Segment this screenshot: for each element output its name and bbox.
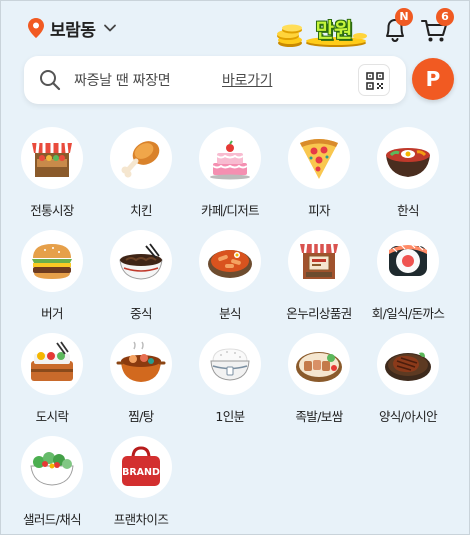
salad-bowl-icon (30, 452, 74, 486)
category-label: 족발/보쌈 (295, 409, 343, 424)
category-label: 전통시장 (30, 203, 74, 218)
category-label: 도시락 (35, 409, 69, 424)
point-button[interactable]: P (412, 58, 454, 100)
top-bar: 보람동 만원 N 6 (0, 0, 470, 56)
category-pizza[interactable]: 피자 (275, 124, 364, 219)
pizza-slice-icon (300, 139, 338, 179)
search-icon (40, 70, 61, 91)
category-label: 1인분 (215, 409, 245, 424)
category-sashimi-japanese[interactable]: 회/일식/돈까스 (364, 227, 453, 322)
search-bar[interactable]: 짜증날 땐 짜장면 바로가기 (24, 56, 406, 104)
category-traditional-market[interactable]: 전통시장 (8, 124, 97, 219)
category-snack[interactable]: 분식 (186, 227, 275, 322)
cake-icon (210, 140, 250, 180)
category-label: 샐러드/채식 (22, 512, 82, 527)
lunchbox-icon (31, 341, 73, 381)
coin-reward-banner[interactable]: 만원 (276, 10, 368, 48)
search-placeholder: 짜증날 땐 짜장면 (74, 73, 171, 89)
brand-bag-text: BRAND (122, 467, 160, 478)
category-franchise[interactable]: BRAND 프랜차이즈 (97, 433, 186, 528)
jokbal-plate-icon (296, 352, 342, 382)
category-grid: 전통시장 치킨 카페/디저트 피자 한식 버거 중식 분식 온누리상품권 회/일… (8, 124, 462, 528)
category-label: 찜/탕 (128, 409, 154, 424)
category-chicken[interactable]: 치킨 (97, 124, 186, 219)
category-stew[interactable]: 찜/탕 (97, 330, 186, 425)
category-label: 양식/아시안 (378, 409, 438, 424)
market-stall-icon (32, 142, 72, 177)
category-label: 회/일식/돈까스 (371, 306, 445, 321)
stew-pot-icon (116, 341, 166, 382)
category-label: 분식 (219, 306, 241, 321)
category-label: 온누리상품권 (286, 306, 352, 321)
category-label: 치킨 (130, 203, 152, 218)
location-pin-icon (28, 18, 44, 38)
cart-badge: 6 (436, 8, 454, 26)
coin-reward-text: 만원 (315, 18, 353, 42)
location-label: 보람동 (50, 20, 96, 41)
qr-code-icon (366, 72, 384, 90)
bibimbap-bowl-icon (386, 148, 430, 177)
category-label: 프랜차이즈 (113, 512, 169, 527)
rice-bowl-icon (210, 348, 250, 381)
category-label: 한식 (397, 203, 419, 218)
sushi-icon (389, 243, 427, 276)
category-western-asian[interactable]: 양식/아시안 (364, 330, 453, 425)
category-label: 버거 (41, 306, 63, 321)
brand-bag-icon: BRAND (122, 446, 160, 486)
category-onnuri-voucher[interactable]: 온누리상품권 (275, 227, 364, 322)
category-label: 카페/디저트 (200, 203, 260, 218)
category-korean[interactable]: 한식 (364, 124, 453, 219)
noodle-bowl-icon (119, 243, 163, 280)
voucher-stall-icon (300, 243, 338, 279)
category-chinese[interactable]: 중식 (97, 227, 186, 322)
category-salad-vegetarian[interactable]: 샐러드/채식 (8, 433, 97, 528)
category-cafe-dessert[interactable]: 카페/디저트 (186, 124, 275, 219)
category-jokbal-bossam[interactable]: 족발/보쌈 (275, 330, 364, 425)
category-label: 중식 (130, 306, 152, 321)
chevron-down-icon (104, 24, 117, 32)
burger-icon (32, 244, 72, 279)
category-lunchbox[interactable]: 도시락 (8, 330, 97, 425)
category-burger[interactable]: 버거 (8, 227, 97, 322)
chicken-leg-icon (121, 141, 160, 178)
search-shortcut-link[interactable]: 바로가기 (222, 70, 273, 90)
notification-badge: N (395, 8, 413, 26)
steak-plate-icon (385, 352, 431, 381)
notification-button[interactable]: N (378, 8, 413, 46)
qr-scan-button[interactable] (358, 64, 390, 96)
location-selector[interactable]: 보람동 (28, 16, 117, 41)
category-label: 피자 (308, 203, 330, 218)
category-single-serving[interactable]: 1인분 (186, 330, 275, 425)
tteokbokki-bowl-icon (208, 250, 252, 278)
cart-button[interactable]: 6 (418, 8, 454, 46)
